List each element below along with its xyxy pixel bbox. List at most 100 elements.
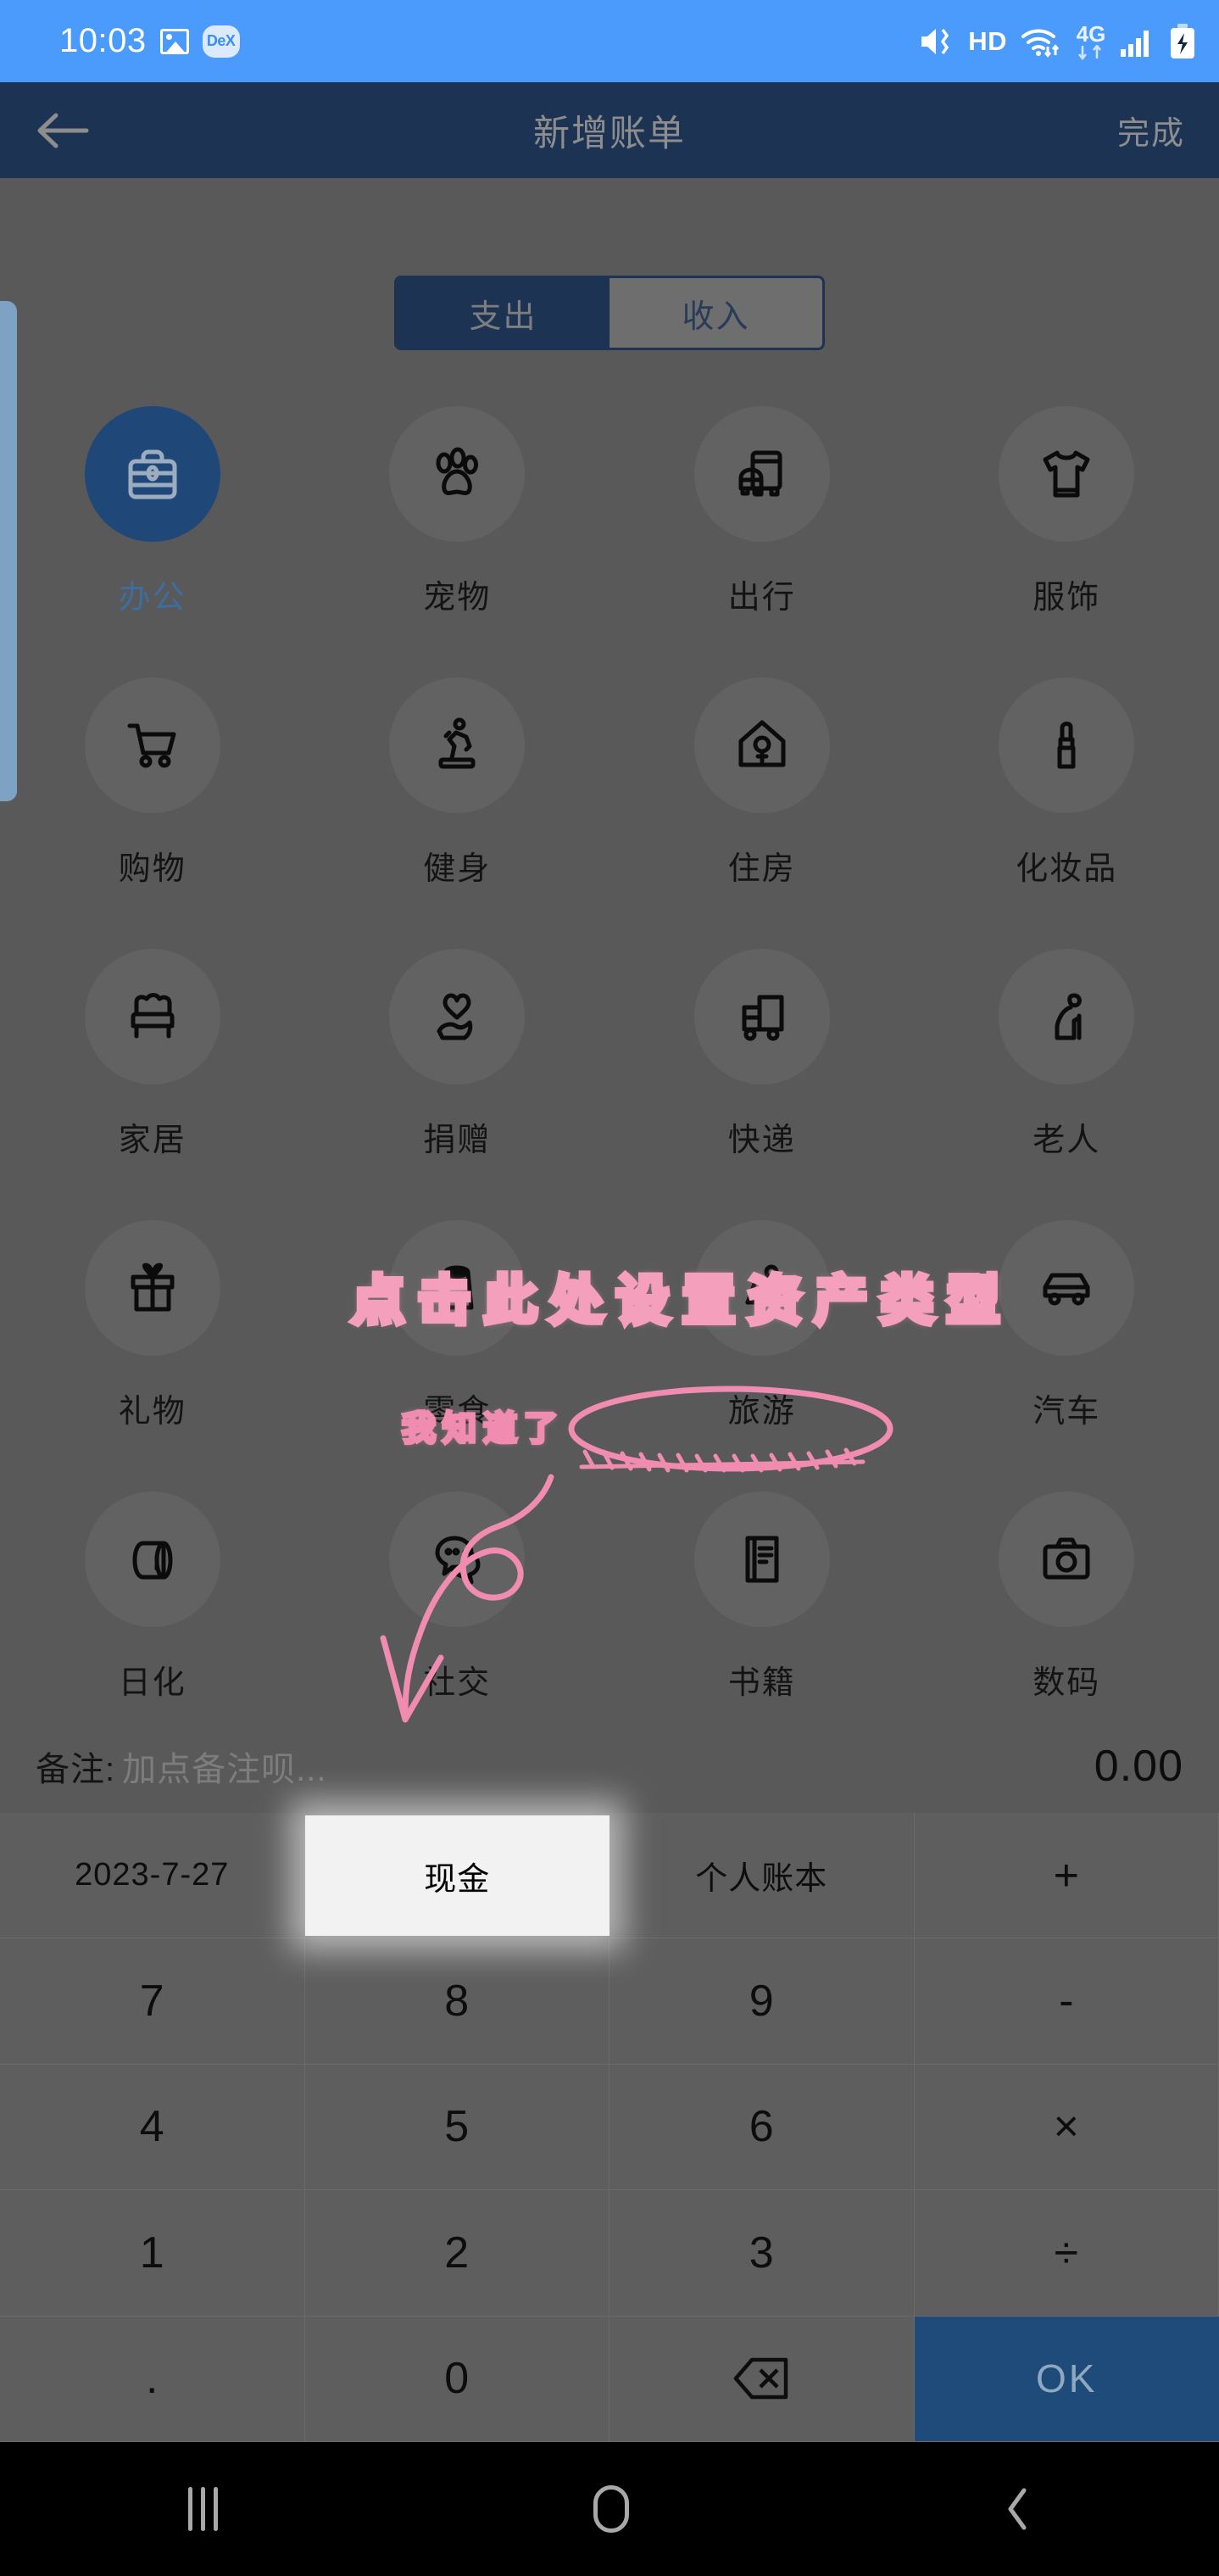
category-item-daily-chemicals[interactable]: 日化 (0, 1480, 305, 1751)
category-item-travel[interactable]: 旅游 (610, 1208, 915, 1480)
category-item-gift[interactable]: 礼物 (0, 1208, 305, 1480)
category-label: 社交 (423, 1665, 492, 1701)
category-label: 捐赠 (423, 1123, 492, 1158)
category-item-office[interactable]: 办公 (0, 394, 305, 666)
photo-icon (159, 28, 189, 54)
ok-button[interactable]: OK (914, 2316, 1219, 2442)
dex-icon: DeX (202, 25, 240, 58)
category-label: 数码 (1033, 1665, 1101, 1701)
nav-back-icon[interactable] (1005, 2487, 1031, 2531)
category-label: 旅游 (727, 1394, 796, 1430)
data-arrows-icon (1077, 44, 1102, 60)
network-type-label: 4G (1076, 20, 1106, 47)
toilet-paper-icon (84, 1492, 220, 1627)
wifi-icon (1021, 29, 1060, 58)
note-input[interactable]: 加点备注呗... (122, 1742, 326, 1791)
key-6[interactable]: 6 (610, 2064, 915, 2191)
car-icon (999, 1220, 1135, 1356)
bed-icon (84, 949, 220, 1084)
key-decimal[interactable]: . (0, 2316, 305, 2442)
lipstick-icon (999, 677, 1135, 813)
note-row: 备注: 加点备注呗... 0.00 (0, 1720, 1219, 1813)
key-1[interactable]: 1 (0, 2190, 305, 2317)
category-item-donation[interactable]: 捐赠 (305, 937, 610, 1208)
snack-icon (389, 1220, 526, 1356)
signal-bars-icon (1121, 30, 1149, 57)
key-multiply[interactable]: × (914, 2064, 1219, 2191)
status-clock: 10:03 (59, 22, 147, 59)
done-button[interactable]: 完成 (1117, 107, 1185, 153)
category-item-elderly[interactable]: 老人 (915, 937, 1219, 1208)
key-4[interactable]: 4 (0, 2064, 305, 2191)
category-panel: 支出 收入 办公 宠物 出行 服饰 购物 健身 住房 化妆品 家居 捐赠 快递 … (0, 178, 1219, 1759)
key-3[interactable]: 3 (610, 2190, 915, 2317)
category-item-snack[interactable]: 零食 (305, 1208, 610, 1480)
category-item-delivery[interactable]: 快递 (610, 937, 915, 1208)
category-item-digital[interactable]: 数码 (915, 1480, 1219, 1751)
category-grid: 办公 宠物 出行 服饰 购物 健身 住房 化妆品 家居 捐赠 快递 老人 礼物 … (0, 394, 1219, 1751)
bus-car-icon (693, 406, 830, 542)
treadmill-icon (389, 677, 526, 813)
key-7[interactable]: 7 (0, 1938, 305, 2065)
add-button[interactable]: + (914, 1813, 1219, 1939)
status-bar-left: 10:03 DeX (59, 22, 240, 60)
asset-type-button[interactable]: 现金 (304, 1815, 610, 1937)
category-item-social[interactable]: 社交 (305, 1480, 610, 1751)
status-bar: 10:03 DeX HD 4G (0, 0, 1219, 82)
category-item-fitness[interactable]: 健身 (305, 666, 610, 937)
category-label: 零食 (423, 1394, 492, 1430)
category-label: 礼物 (118, 1394, 186, 1430)
backspace-icon[interactable] (610, 2316, 915, 2442)
paw-icon (389, 406, 526, 542)
category-item-clothing[interactable]: 服饰 (915, 394, 1219, 666)
category-item-transport[interactable]: 出行 (610, 394, 915, 666)
category-label: 服饰 (1033, 580, 1101, 616)
tab-expense[interactable]: 支出 (397, 278, 610, 348)
key-9[interactable]: 9 (610, 1938, 915, 2065)
chat-bubbles-icon (389, 1492, 526, 1627)
category-item-pet[interactable]: 宠物 (305, 394, 610, 666)
key-5[interactable]: 5 (304, 2064, 610, 2191)
category-label: 书籍 (727, 1665, 796, 1701)
note-label: 备注: (36, 1751, 116, 1788)
amount-display: 0.00 (1094, 1742, 1183, 1791)
home-icon[interactable] (593, 2485, 630, 2533)
key-2[interactable]: 2 (304, 2190, 610, 2317)
travel-icon (693, 1220, 830, 1356)
house-icon (693, 677, 830, 813)
tab-income[interactable]: 收入 (610, 278, 822, 348)
date-button[interactable]: 2023-7-27 (0, 1813, 305, 1939)
category-label: 购物 (118, 851, 186, 887)
android-nav-bar (0, 2442, 1219, 2576)
category-label: 老人 (1033, 1123, 1101, 1158)
category-label: 出行 (727, 580, 796, 616)
gift-icon (84, 1220, 220, 1356)
category-item-car[interactable]: 汽车 (915, 1208, 1219, 1480)
ledger-button[interactable]: 个人账本 (610, 1813, 915, 1939)
category-item-housing[interactable]: 住房 (610, 666, 915, 937)
delivery-truck-icon (693, 949, 830, 1084)
recents-icon[interactable] (187, 2487, 218, 2531)
back-arrow-icon[interactable] (34, 109, 93, 153)
status-bar-right: HD 4G (918, 23, 1197, 60)
key-0[interactable]: 0 (304, 2316, 610, 2442)
category-label: 汽车 (1033, 1394, 1101, 1430)
key-divide[interactable]: ÷ (914, 2190, 1219, 2317)
page-title: 新增账单 (533, 113, 686, 154)
category-item-books[interactable]: 书籍 (610, 1480, 915, 1751)
category-label: 健身 (423, 851, 492, 887)
shopping-cart-icon (84, 677, 220, 813)
category-item-cosmetics[interactable]: 化妆品 (915, 666, 1219, 937)
category-label: 家居 (118, 1123, 186, 1158)
category-label: 化妆品 (1016, 851, 1118, 887)
mute-vibrate-icon (921, 28, 949, 54)
key-8[interactable]: 8 (304, 1938, 610, 2065)
key-minus[interactable]: - (914, 1938, 1219, 2065)
battery-charging-icon (1171, 23, 1194, 59)
category-label: 宠物 (423, 580, 492, 616)
tshirt-icon (999, 406, 1135, 542)
category-item-shopping[interactable]: 购物 (0, 666, 305, 937)
category-item-home[interactable]: 家居 (0, 937, 305, 1208)
category-label: 办公 (118, 580, 186, 616)
category-label: 住房 (727, 851, 796, 887)
